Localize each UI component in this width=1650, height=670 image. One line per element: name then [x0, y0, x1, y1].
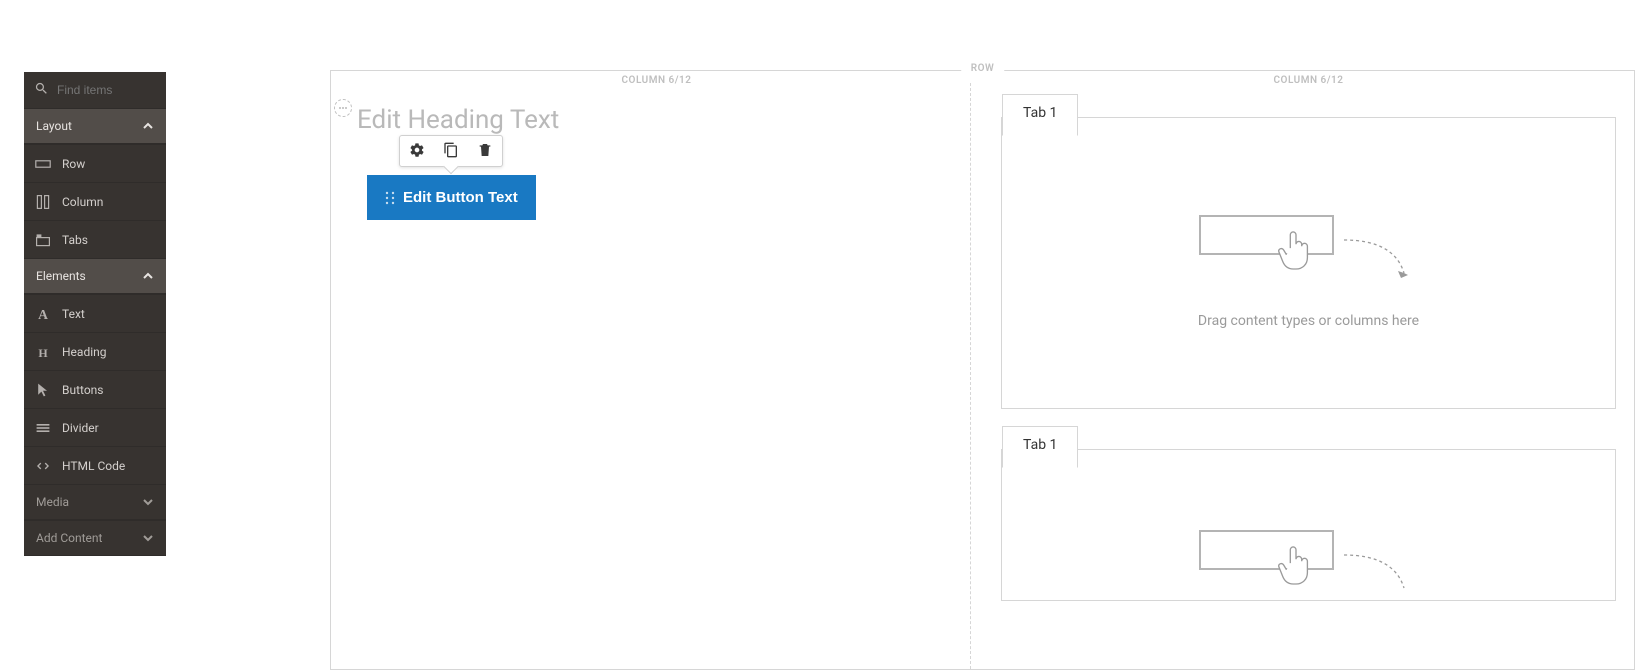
button-label: Edit Button Text: [403, 189, 518, 206]
menu-column[interactable]: Column: [24, 182, 166, 220]
menu-html-code[interactable]: HTML Code: [24, 446, 166, 484]
section-label: Media: [36, 495, 69, 509]
edit-button[interactable]: Edit Button Text: [367, 175, 536, 220]
section-elements[interactable]: Elements: [24, 258, 166, 294]
drop-hint: Drag content types or columns here: [1198, 313, 1419, 329]
section-media[interactable]: Media: [24, 484, 166, 520]
grip-icon: [385, 191, 395, 205]
tabs-element[interactable]: Tab 1: [1001, 117, 1616, 409]
column-label: COLUMN 6/12: [614, 75, 700, 86]
elements-panel: Layout Row Column Tabs Elements A Text: [24, 72, 166, 556]
element-toolbar: [399, 135, 503, 167]
menu-buttons[interactable]: Buttons: [24, 370, 166, 408]
tab-content-dropzone[interactable]: Drag content types or columns here: [1002, 118, 1615, 408]
chevron-up-icon: [142, 120, 154, 132]
section-label: Elements: [36, 269, 86, 283]
menu-label: Buttons: [62, 383, 104, 397]
tab-label: Tab 1: [1023, 437, 1057, 453]
column-label: COLUMN 6/12: [1266, 75, 1352, 86]
heading-placeholder[interactable]: Edit Heading Text: [343, 83, 970, 135]
drag-handle-icon[interactable]: [334, 99, 352, 117]
menu-label: Heading: [62, 345, 107, 359]
delete-button[interactable]: [468, 136, 502, 166]
menu-label: Text: [62, 307, 85, 321]
text-icon: A: [34, 305, 52, 323]
menu-divider[interactable]: Divider: [24, 408, 166, 446]
heading-icon: H: [34, 343, 52, 361]
menu-heading[interactable]: H Heading: [24, 332, 166, 370]
svg-text:A: A: [38, 306, 48, 321]
tab-header[interactable]: Tab 1: [1002, 426, 1078, 468]
tab-content-dropzone[interactable]: [1002, 450, 1615, 600]
row-container: COLUMN 6/12 Edit Heading Text: [343, 83, 1622, 669]
duplicate-button[interactable]: [434, 136, 468, 166]
menu-label: HTML Code: [62, 459, 125, 473]
drop-illustration-icon: [1199, 215, 1419, 285]
menu-tabs[interactable]: Tabs: [24, 220, 166, 258]
gear-icon: [409, 142, 425, 161]
trash-icon: [477, 142, 493, 161]
tab-label: Tab 1: [1023, 105, 1057, 121]
column-left[interactable]: COLUMN 6/12 Edit Heading Text: [343, 83, 971, 669]
menu-label: Column: [62, 195, 103, 209]
search-input[interactable]: [57, 83, 156, 97]
svg-text:H: H: [38, 345, 48, 359]
search-row: [24, 72, 166, 108]
search-icon: [34, 81, 57, 99]
chevron-down-icon: [142, 496, 154, 508]
divider-icon: [34, 419, 52, 437]
section-label: Layout: [36, 119, 72, 133]
column-right[interactable]: COLUMN 6/12 Tab 1: [995, 101, 1622, 669]
copy-icon: [443, 142, 459, 161]
chevron-up-icon: [142, 270, 154, 282]
tabs-element[interactable]: Tab 1: [1001, 449, 1616, 601]
code-icon: [34, 457, 52, 475]
menu-row[interactable]: Row: [24, 144, 166, 182]
chevron-down-icon: [142, 532, 154, 544]
builder-canvas: ROW COLUMN 6/12 Edit Heading Text: [330, 70, 1635, 670]
section-add-content[interactable]: Add Content: [24, 520, 166, 556]
menu-label: Divider: [62, 421, 99, 435]
menu-text[interactable]: A Text: [24, 294, 166, 332]
menu-label: Row: [62, 157, 85, 171]
button-element: Edit Button Text: [367, 175, 536, 220]
settings-button[interactable]: [400, 136, 434, 166]
tab-header[interactable]: Tab 1: [1002, 94, 1078, 136]
section-layout[interactable]: Layout: [24, 108, 166, 144]
section-label: Add Content: [36, 531, 102, 545]
menu-label: Tabs: [62, 233, 88, 247]
column-icon: [34, 193, 52, 211]
row-label: ROW: [961, 63, 1005, 74]
row-icon: [34, 155, 52, 173]
tabs-icon: [34, 231, 52, 249]
drop-illustration-icon: [1199, 530, 1419, 600]
cursor-icon: [34, 381, 52, 399]
